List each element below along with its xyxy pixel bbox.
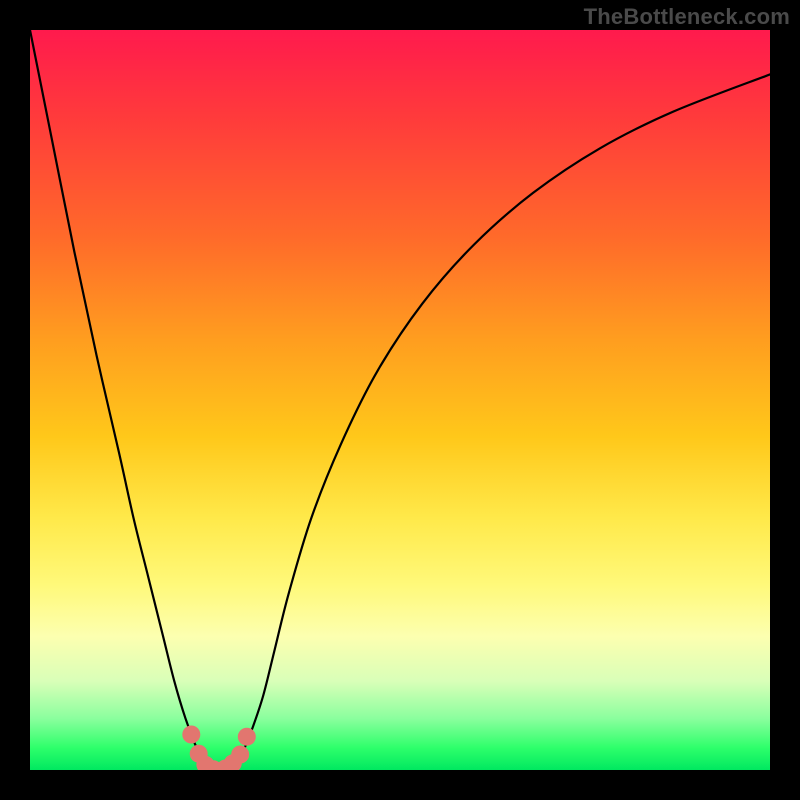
curve-marker [238,728,256,746]
curve-layer [30,30,770,770]
bottleneck-curve [30,30,770,770]
plot-area [30,30,770,770]
watermark-text: TheBottleneck.com [584,4,790,30]
curve-marker [231,746,249,764]
marker-group [182,726,256,771]
chart-frame: TheBottleneck.com [0,0,800,800]
curve-marker [182,726,200,744]
